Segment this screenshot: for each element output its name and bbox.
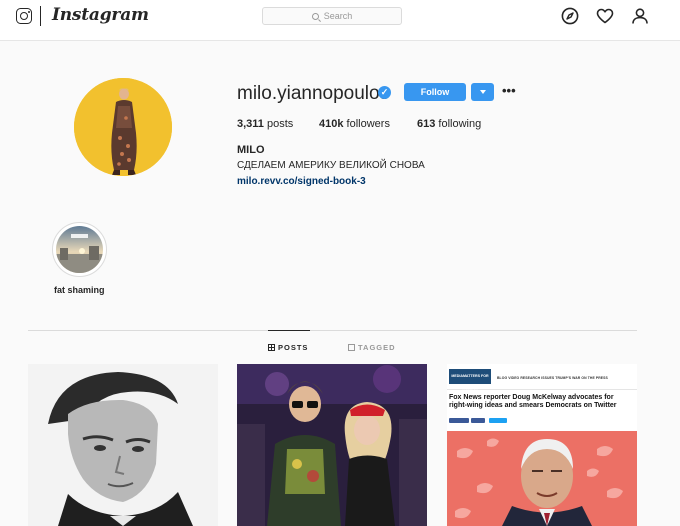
top-nav: Instagram Search [0,0,680,41]
post-image-party [237,364,427,526]
search-input[interactable]: Search [262,7,402,25]
search-icon [311,13,319,20]
active-tab-indicator [268,330,310,331]
avatar-photo [74,78,172,176]
profile-display-name: MILO [237,144,265,156]
posts-count-label: posts [266,118,294,130]
share-icon [471,418,485,423]
more-options-icon[interactable]: ••• [502,84,516,98]
tabs-divider [28,330,637,331]
instagram-camera-icon[interactable] [16,8,32,24]
tab-tagged-label: TAGGED [358,343,396,352]
highlight-label: fat shaming [54,285,105,295]
tagged-icon [348,344,355,351]
following-link[interactable]: 613 following [417,118,481,130]
highlight-cover-image [56,226,103,273]
tab-posts-label: POSTS [278,343,309,352]
article-site-logo: MEDIAMATTERS FOR AMERICA [449,369,491,393]
post-thumbnail[interactable] [28,364,218,526]
twitter-share-icon [489,418,507,423]
tab-tagged[interactable]: TAGGED [348,343,396,352]
explore-compass-icon[interactable] [561,7,579,25]
following-count-value: 613 [417,118,436,130]
post-image-portrait [28,364,218,526]
followers-count-label: followers [346,118,390,130]
follow-button[interactable]: Follow [404,83,466,101]
posts-count-value: 3,311 [237,118,264,130]
article-site-header: MEDIAMATTERS FOR AMERICA BLOG VIDEO RESE… [447,364,637,393]
article-headline: Fox News reporter Doug McKelway advocate… [449,394,617,409]
posts-count: 3,311 posts [237,118,293,130]
post-thumbnail[interactable]: MEDIAMATTERS FOR AMERICA BLOG VIDEO RESE… [447,364,637,526]
activity-heart-icon[interactable] [596,7,614,25]
instagram-wordmark[interactable]: Instagram [52,5,149,25]
profile-bio: СДЕЛАЕМ АМЕРИКУ ВЕЛИКОЙ СНОВА [237,160,425,171]
search-placeholder: Search [323,11,353,21]
profile-avatar[interactable] [74,78,172,176]
logo-divider [40,6,41,26]
profile-website-link[interactable]: milo.revv.co/signed-book-3 [237,176,366,187]
verified-badge-icon: ✓ [378,86,391,99]
story-highlight[interactable] [52,222,107,277]
suggested-dropdown-button[interactable] [471,83,494,101]
following-count-label: following [438,118,482,130]
facebook-share-icon [449,418,469,423]
profile-username: milo.yiannopoulos [237,83,390,104]
followers-count-value: 410k [319,118,344,130]
profile-user-icon[interactable] [631,7,649,25]
tab-posts[interactable]: POSTS [268,343,308,352]
article-site-nav: BLOG VIDEO RESEARCH ISSUES TRUMP'S WAR O… [497,376,608,380]
followers-link[interactable]: 410k followers [319,118,390,130]
article-image [447,431,637,526]
post-thumbnail[interactable] [237,364,427,526]
grid-icon [268,344,275,351]
